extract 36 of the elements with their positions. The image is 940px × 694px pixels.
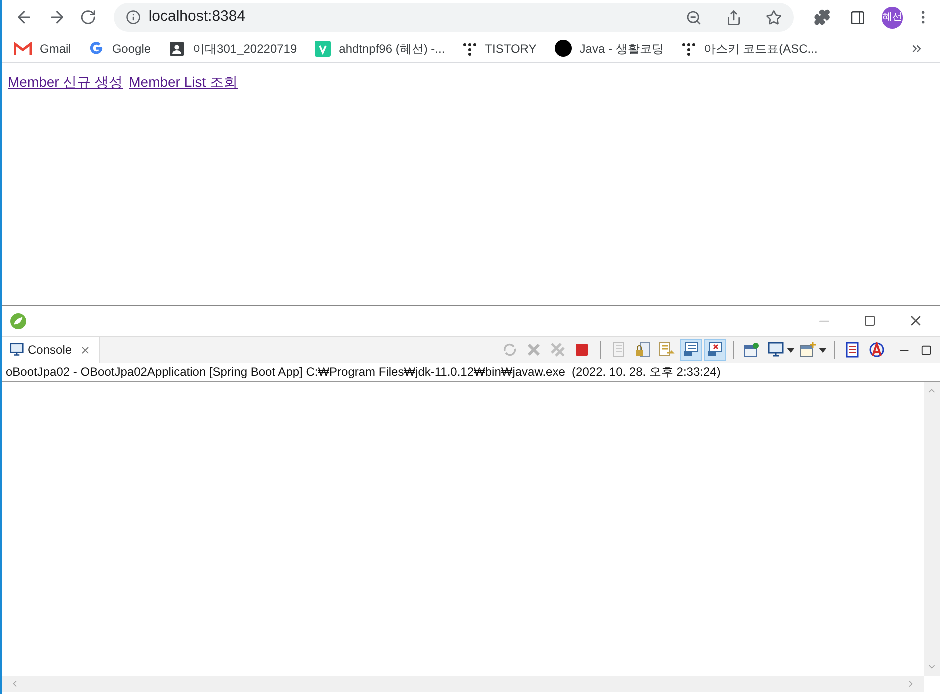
share-icon[interactable] xyxy=(726,10,742,26)
dots-icon xyxy=(463,42,478,56)
bookmark[interactable]: Gmail xyxy=(14,40,72,58)
close-tab-icon[interactable] xyxy=(80,344,92,356)
maximize-icon[interactable] xyxy=(921,344,932,356)
link[interactable]: Member List 조회 xyxy=(129,72,238,93)
console-tab[interactable]: Console xyxy=(2,337,100,363)
dropdown-icon[interactable] xyxy=(819,348,827,352)
leaf-icon xyxy=(10,312,27,330)
link[interactable]: Member 신규 생성 xyxy=(8,72,124,93)
monitor-icon xyxy=(10,343,24,357)
profile-avatar[interactable]: 혜선 xyxy=(882,6,904,28)
contact-card-icon xyxy=(169,40,186,56)
console-header: oBootJpa02 - OBootJpa02Application [Spring Boot App] C:₩Program Files₩jdk-11.0.12₩bin₩javaw.exe (2022. 10. 28. 오후 2:33:24) xyxy=(2,363,940,382)
v-logo-icon xyxy=(315,40,332,56)
star-icon[interactable] xyxy=(766,10,782,26)
reload-icon[interactable] xyxy=(80,9,97,26)
zoom-out-icon[interactable] xyxy=(686,10,702,26)
bookmark[interactable]: TISTORY xyxy=(463,40,537,58)
bookmark[interactable]: ahdtnpf96 (혜선) -... xyxy=(315,40,446,58)
bookmark[interactable]: Google xyxy=(89,40,152,58)
address-bar[interactable]: localhost:8384 xyxy=(114,3,794,32)
g-logo-icon xyxy=(89,41,104,56)
side-panel-icon[interactable] xyxy=(850,10,866,26)
bookmark[interactable]: Java - 생활코딩 xyxy=(554,40,664,58)
mail-icon xyxy=(14,42,32,56)
dropdown-icon[interactable] xyxy=(787,348,795,352)
maximize-icon[interactable] xyxy=(864,315,876,327)
stop-icon[interactable] xyxy=(575,343,589,357)
bookmark[interactable]: 아스키 코드표(ASC... xyxy=(682,40,818,58)
dots-icon xyxy=(682,42,696,56)
bookmark[interactable]: 이대301_20220719 xyxy=(169,40,298,58)
extensions-icon[interactable] xyxy=(814,9,830,26)
url-text: localhost:8384 xyxy=(148,7,246,28)
info-icon[interactable] xyxy=(126,10,141,25)
circle-icon xyxy=(554,40,572,57)
